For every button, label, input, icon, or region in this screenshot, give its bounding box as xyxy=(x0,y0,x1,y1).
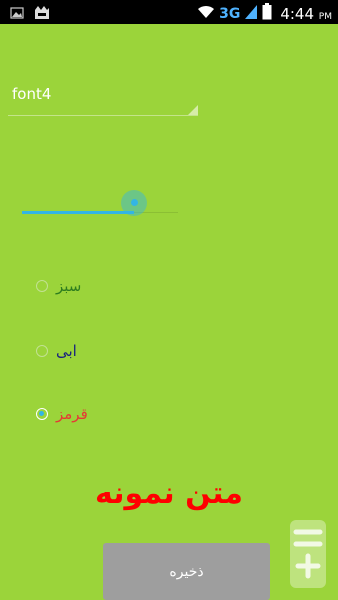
network-type: 3G xyxy=(219,5,241,22)
save-button[interactable]: ذخیره xyxy=(103,543,270,600)
radio-option-red[interactable]: قرمز xyxy=(36,400,88,428)
seekbar-thumb[interactable] xyxy=(130,199,138,206)
size-seekbar[interactable] xyxy=(22,190,178,216)
wifi-icon xyxy=(197,4,215,23)
clock-suffix: PM xyxy=(318,11,332,22)
spinner-dropdown-icon xyxy=(188,105,198,115)
font-spinner[interactable]: font4 xyxy=(8,80,198,118)
radio-label: سبز xyxy=(56,277,82,295)
radio-label: ابی xyxy=(56,342,77,360)
clock-time: 4:44 xyxy=(280,4,315,23)
battery-icon xyxy=(262,3,272,24)
status-bar: 3G 4:44 PM xyxy=(0,0,338,24)
radio-button[interactable] xyxy=(36,408,48,420)
radio-label: قرمز xyxy=(56,405,88,423)
sample-text-preview: متن نمونه xyxy=(95,476,243,511)
radio-option-green[interactable]: سبز xyxy=(36,272,81,300)
signal-icon xyxy=(244,4,258,24)
radio-button[interactable] xyxy=(36,280,48,292)
font-spinner-value: font4 xyxy=(12,85,52,103)
bazaar-watermark-logo xyxy=(286,518,330,594)
spinner-underline xyxy=(8,115,198,116)
radio-button[interactable] xyxy=(36,345,48,357)
clock: 4:44 PM xyxy=(280,5,332,23)
app-notification-icon xyxy=(34,5,50,24)
image-notification-icon xyxy=(10,5,24,24)
seekbar-progress xyxy=(22,211,134,214)
radio-option-blue[interactable]: ابی xyxy=(36,337,77,365)
